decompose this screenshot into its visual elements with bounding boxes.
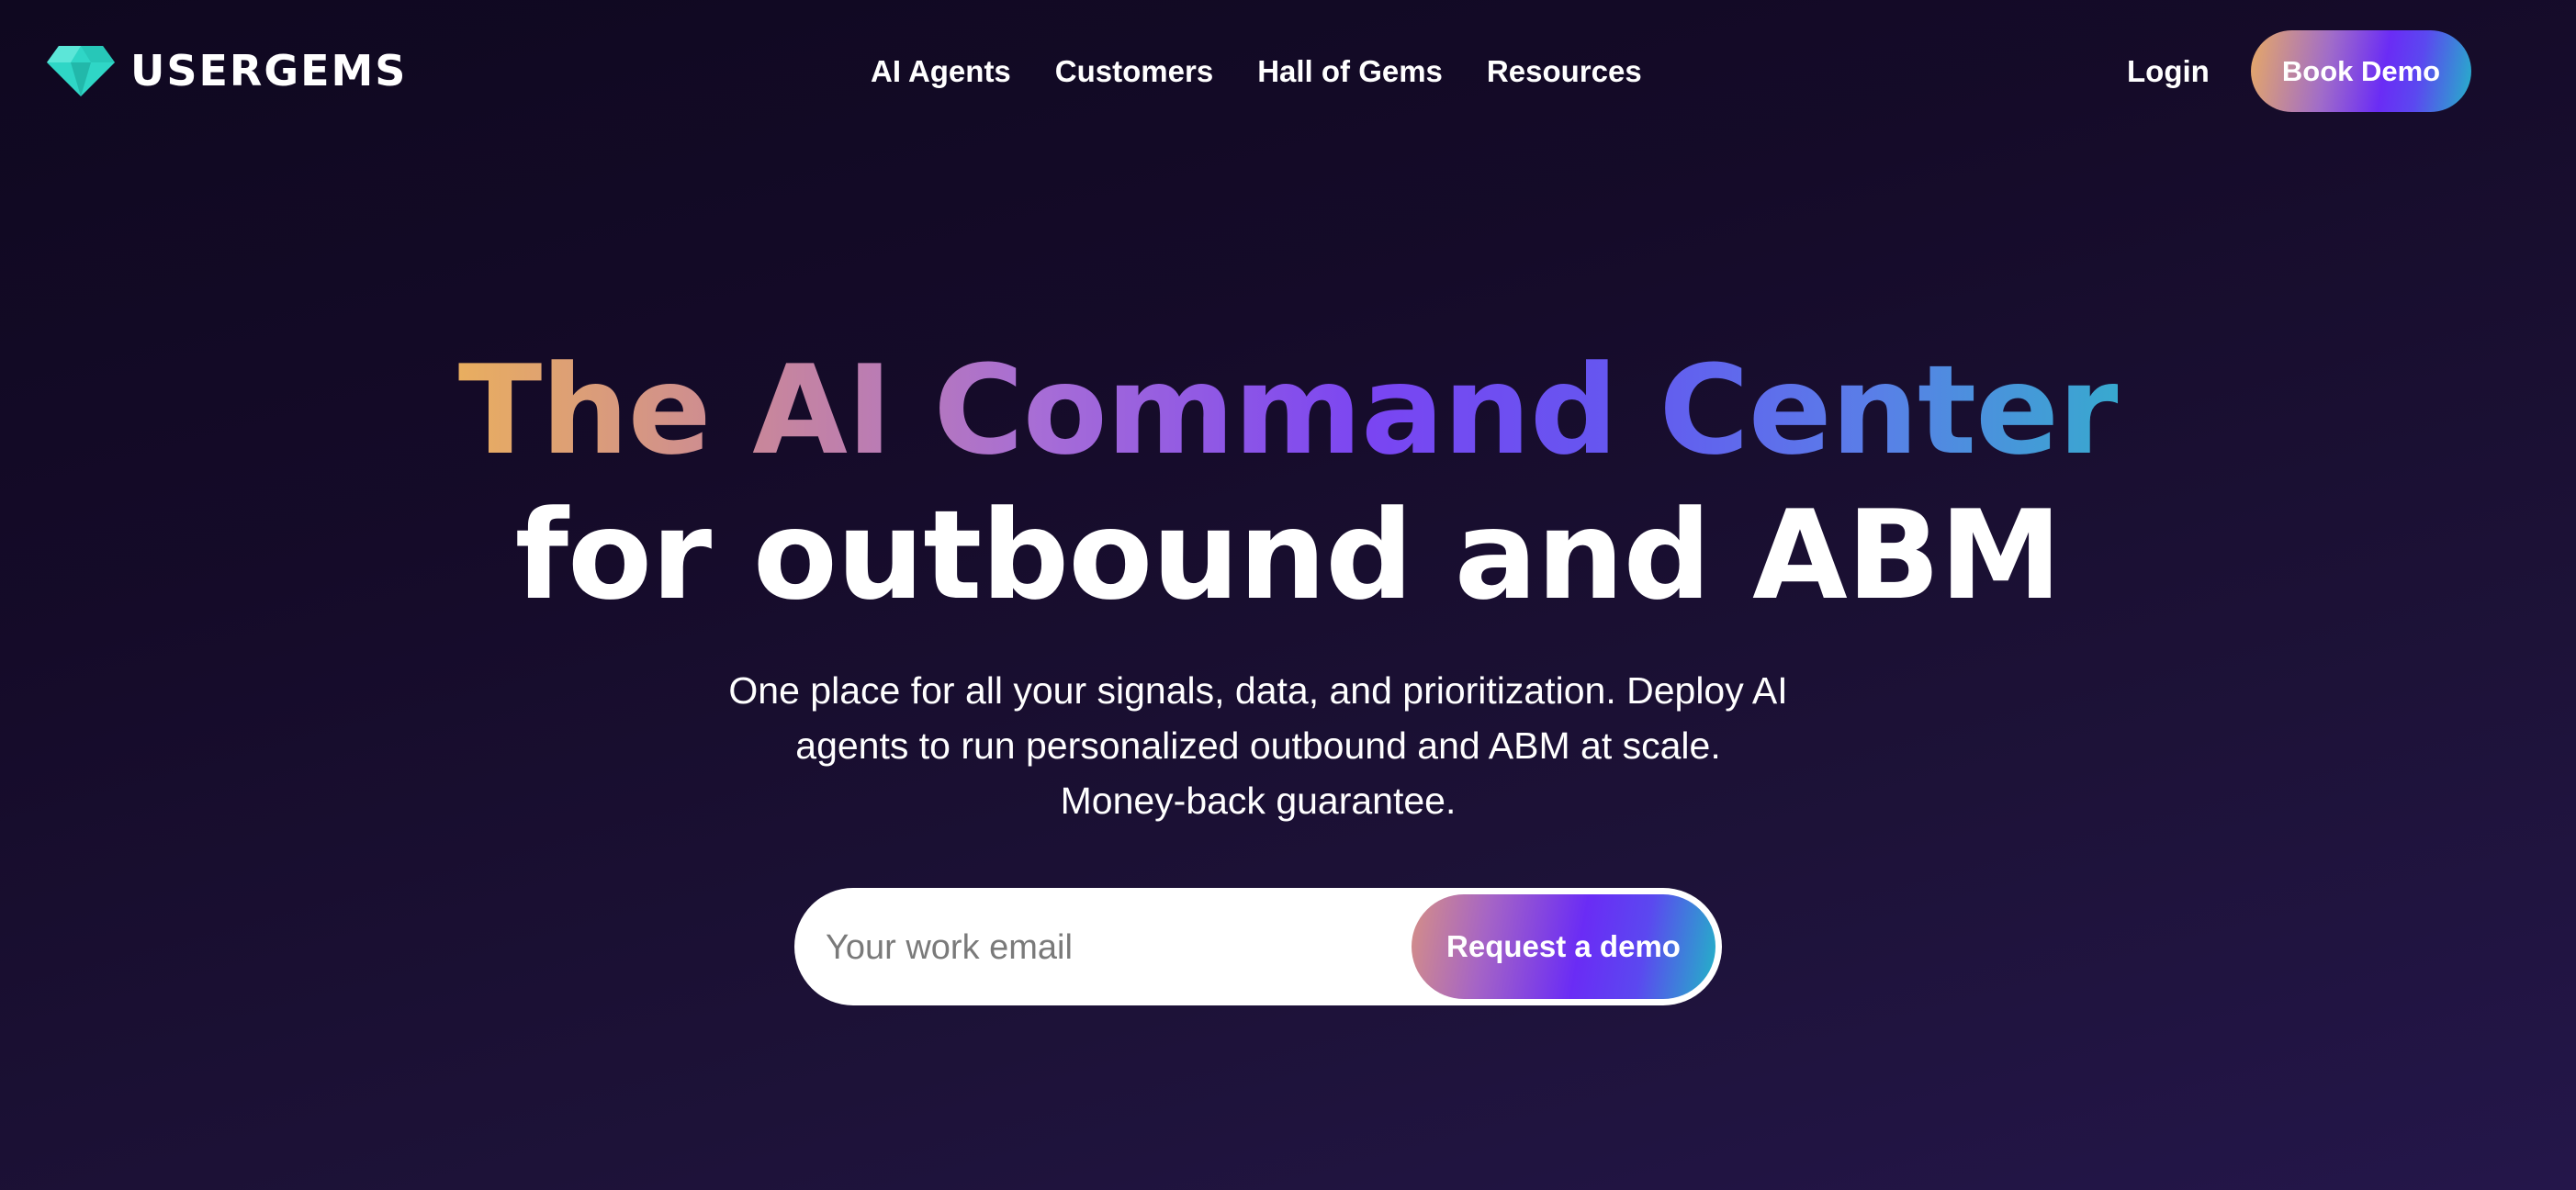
gem-icon <box>46 44 116 97</box>
hero-title-white-line: for outbound and ABM <box>514 484 2063 627</box>
top-navigation: USERGEMS AI Agents Customers Hall of Gem… <box>0 0 2576 143</box>
usergems-logo[interactable]: USERGEMS <box>46 42 407 99</box>
main-menu: AI Agents Customers Hall of Gems Resourc… <box>871 51 1642 92</box>
nav-link-customers[interactable]: Customers <box>1055 51 1213 92</box>
login-link[interactable]: Login <box>2127 51 2210 92</box>
request-demo-button[interactable]: Request a demo <box>1412 894 1715 999</box>
hero-subtitle: One place for all your signals, data, an… <box>691 663 1826 828</box>
work-email-input[interactable] <box>824 915 1259 980</box>
hero-title: The AI Command Center for outbound and A… <box>0 338 2576 628</box>
book-demo-button[interactable]: Book Demo <box>2251 30 2471 112</box>
demo-request-form: Request a demo <box>794 888 1722 1005</box>
hero-subtitle-line-1: One place for all your signals, data, an… <box>728 669 1788 712</box>
brand-name: USERGEMS <box>130 46 408 95</box>
hero-subtitle-line-2: agents to run personalized outbound and … <box>795 724 1721 767</box>
hero-title-gradient-line: The AI Command Center <box>457 339 2119 482</box>
hero-subtitle-line-3: Money-back guarantee. <box>1060 780 1457 822</box>
nav-link-ai-agents[interactable]: AI Agents <box>871 51 1011 92</box>
nav-link-hall-of-gems[interactable]: Hall of Gems <box>1257 51 1443 92</box>
nav-link-resources[interactable]: Resources <box>1487 51 1642 92</box>
